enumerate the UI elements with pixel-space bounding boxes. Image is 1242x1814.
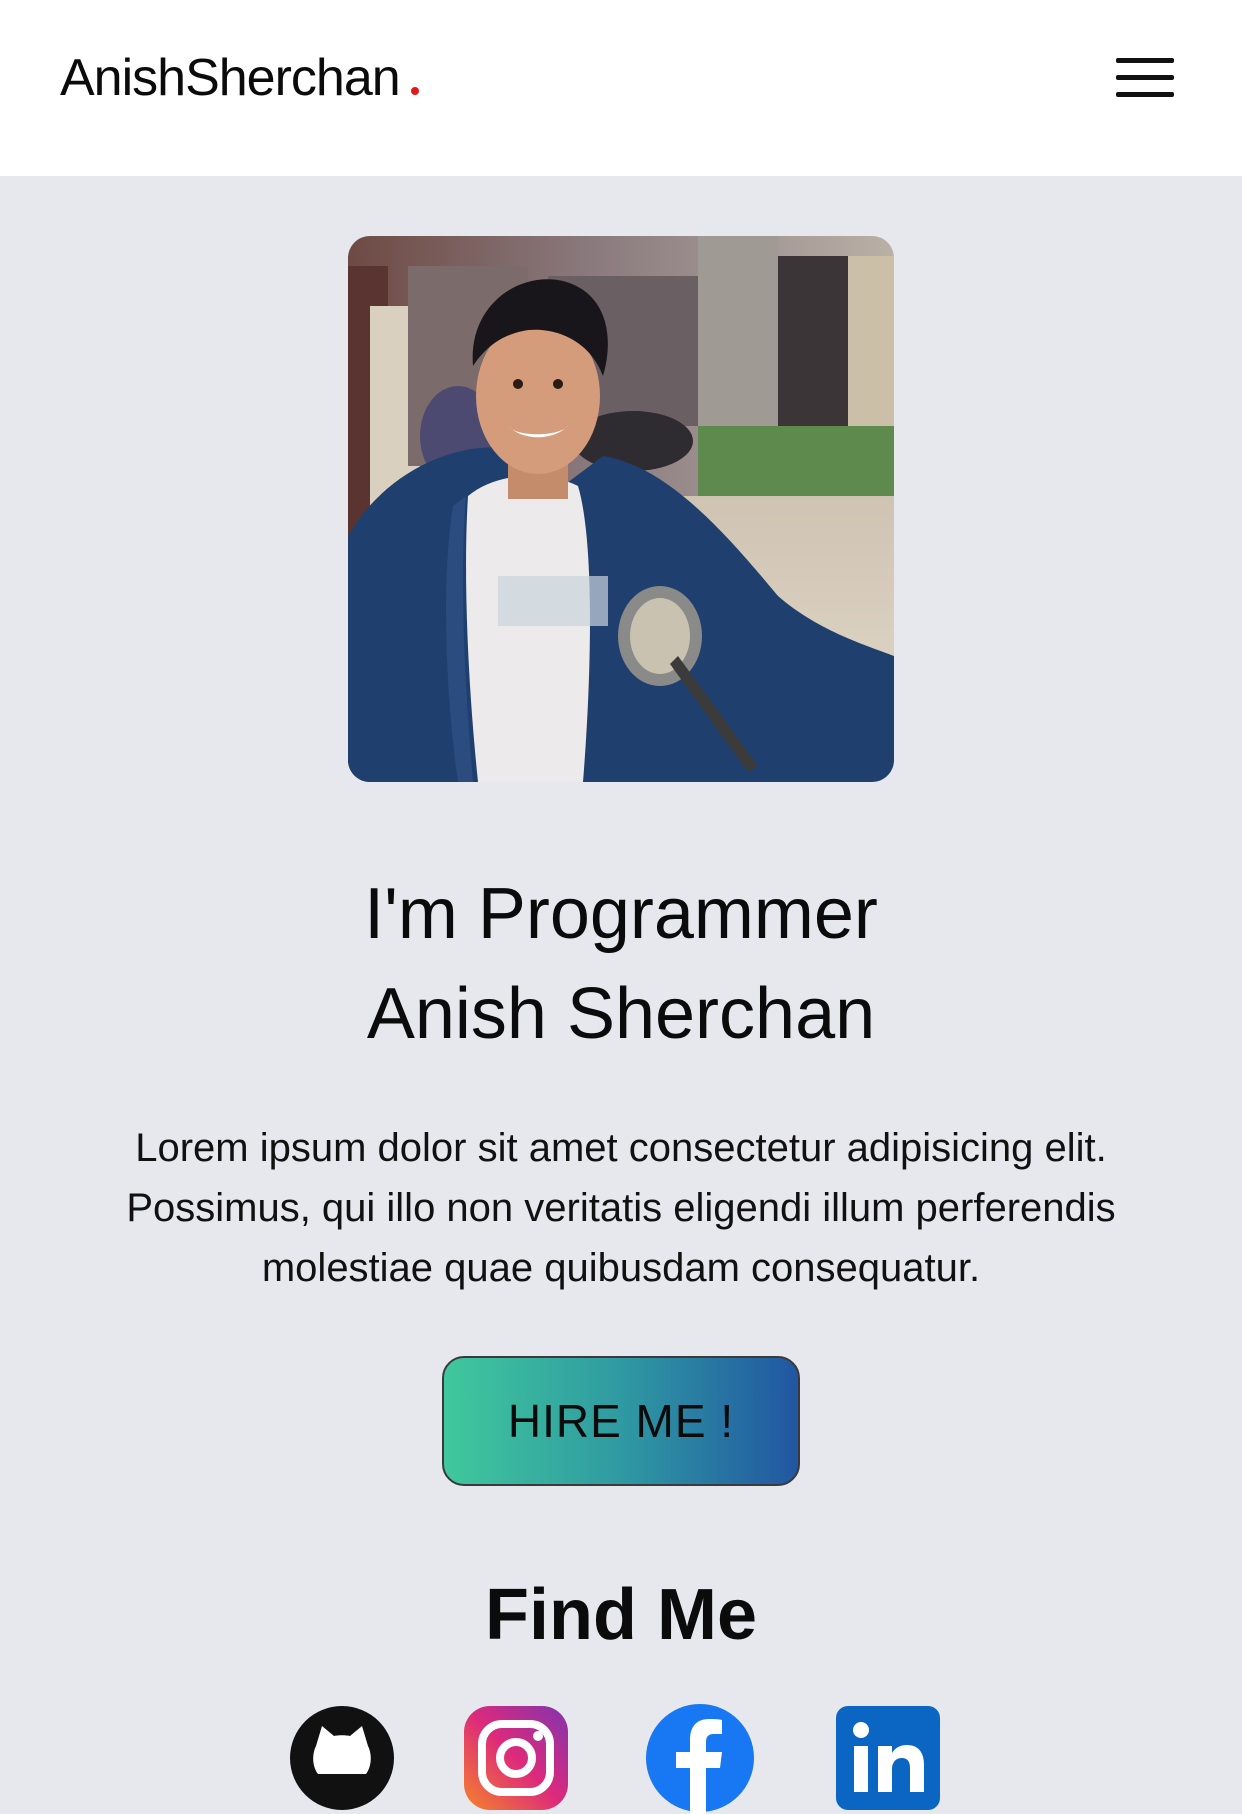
profile-photo xyxy=(348,236,894,782)
brand-dot xyxy=(410,87,419,95)
brand-name: AnishSherchan xyxy=(60,49,401,107)
intro-text: Lorem ipsum dolor sit amet consectetur a… xyxy=(126,1126,1116,1290)
find-me-title: Find Me xyxy=(485,1575,757,1655)
brand-logo[interactable]: AnishSherchan xyxy=(60,46,419,110)
github-icon[interactable] xyxy=(286,1702,398,1814)
headline-role: I'm Programmer xyxy=(364,874,878,954)
hero-headline: I'm Programmer Anish Sherchan xyxy=(0,864,1242,1064)
menu-bar-bottom xyxy=(1116,92,1174,97)
navbar: AnishSherchan xyxy=(0,0,1242,176)
hire-me-button[interactable]: HIRE ME ! xyxy=(442,1356,800,1486)
hamburger-menu-icon[interactable] xyxy=(1114,54,1178,104)
headline-name: Anish Sherchan xyxy=(366,974,876,1054)
menu-bar-top xyxy=(1116,58,1174,63)
menu-bar-middle xyxy=(1116,75,1174,80)
linkedin-icon[interactable] xyxy=(832,1702,944,1814)
instagram-icon[interactable] xyxy=(460,1702,572,1814)
facebook-icon[interactable] xyxy=(644,1702,756,1814)
